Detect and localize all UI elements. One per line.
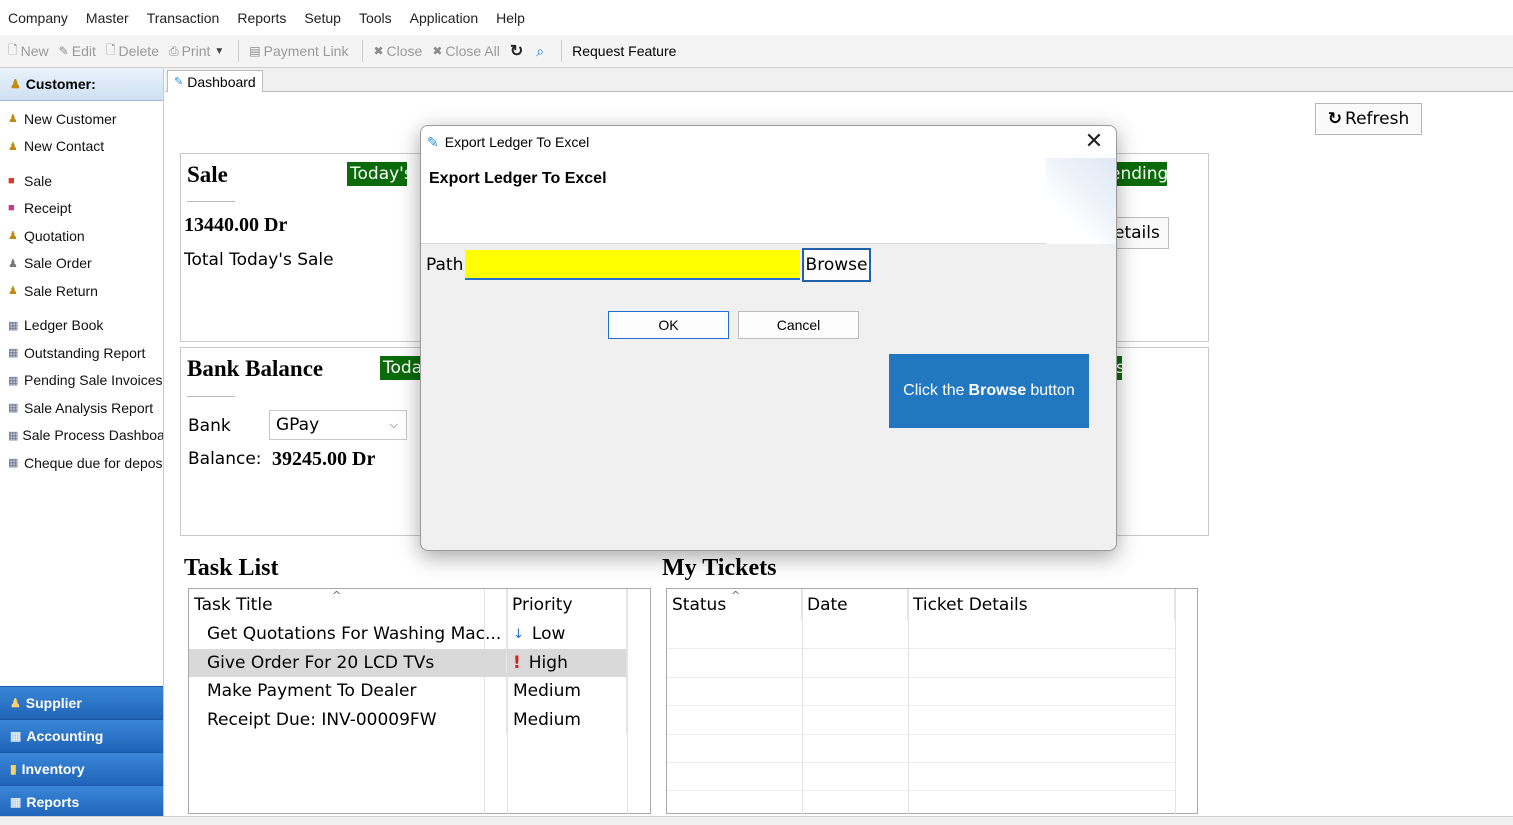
callout-tooltip: Click the Browse button (889, 354, 1089, 428)
export-ledger-dialog: ✎ Export Ledger To Excel ✕ Export Ledger… (420, 125, 1117, 551)
path-input[interactable] (465, 250, 800, 280)
dialog-header: Export Ledger To Excel (421, 158, 1116, 244)
app-logo-icon: ✎ (427, 133, 439, 150)
cancel-button[interactable]: Cancel (738, 311, 859, 339)
dialog-titlebar: ✎ Export Ledger To Excel ✕ (421, 126, 1116, 158)
ok-button[interactable]: OK (608, 311, 729, 339)
dialog-window-title: Export Ledger To Excel (444, 134, 590, 150)
status-bar (0, 816, 1513, 825)
app-window: Company Master Transaction Reports Setup… (0, 0, 1513, 825)
dialog-heading: Export Ledger To Excel (429, 170, 607, 187)
browse-button[interactable]: Browse (802, 248, 871, 282)
header-decoration (1046, 158, 1116, 244)
path-label: Path (426, 255, 464, 275)
close-icon[interactable]: ✕ (1082, 129, 1106, 154)
